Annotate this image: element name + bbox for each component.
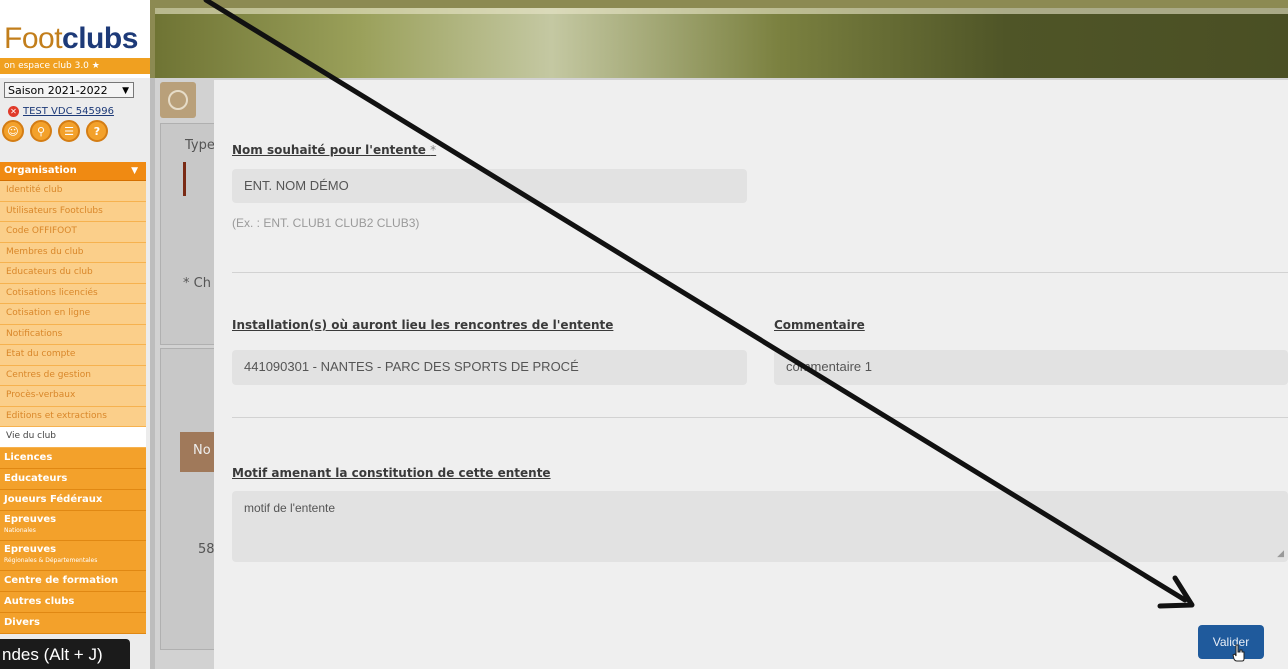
- document-icon[interactable]: ☰: [58, 120, 80, 142]
- sidebar-item-cotisation-en-ligne[interactable]: Cotisation en ligne: [0, 304, 146, 325]
- submit-button[interactable]: Valider: [1198, 625, 1264, 659]
- sidebar-item-educateurs-club[interactable]: Educateurs du club: [0, 263, 146, 284]
- sidebar-item-identite[interactable]: Identité club: [0, 181, 146, 202]
- menu-divers[interactable]: Divers: [0, 612, 146, 634]
- top-banner: Footclubs on espace club 3.0 ★: [0, 0, 1288, 78]
- sidebar-item-centres-gestion[interactable]: Centres de gestion: [0, 365, 146, 386]
- season-value: Saison 2021-2022: [8, 84, 108, 97]
- sidebar-item-code-offifoot[interactable]: Code OFFIFOOT: [0, 222, 146, 243]
- sidebar-item-etat-compte[interactable]: Etat du compte: [0, 345, 146, 366]
- menu-educateurs[interactable]: Educateurs: [0, 468, 146, 490]
- fff-logo-icon: [160, 82, 196, 118]
- chevron-down-icon: ▼: [131, 166, 138, 176]
- close-icon[interactable]: ✕: [8, 106, 19, 117]
- menu-epreuves-regionales[interactable]: Epreuves Régionales & Départementales: [0, 540, 146, 571]
- background-marker: [183, 162, 186, 196]
- season-select[interactable]: Saison 2021-2022 ▼: [4, 82, 134, 98]
- background-number: 58: [198, 542, 215, 557]
- entente-name-field[interactable]: ENT. NOM DÉMO: [232, 169, 747, 203]
- sidebar-item-utilisateurs[interactable]: Utilisateurs Footclubs: [0, 201, 146, 222]
- sidebar-item-membres[interactable]: Membres du club: [0, 242, 146, 263]
- menu-epreuves-nationales[interactable]: Epreuves Nationales: [0, 510, 146, 541]
- comment-label: Commentaire: [774, 318, 865, 332]
- sidebar-item-vie-du-club[interactable]: Vie du club: [0, 427, 146, 448]
- toolbar-icons: ☺ ⚲ ☰ ?: [2, 120, 108, 142]
- sidebar-item-cotisations[interactable]: Cotisations licenciés: [0, 283, 146, 304]
- menu-organisation[interactable]: Organisation ▼: [0, 162, 146, 181]
- search-icon[interactable]: ⚲: [30, 120, 52, 142]
- background-header-cell: No: [180, 432, 215, 472]
- logo-subtitle: on espace club 3.0 ★: [0, 58, 150, 74]
- name-label: Nom souhaité pour l'entente *: [232, 143, 437, 157]
- background-ch-label: * Ch: [183, 276, 211, 291]
- name-hint: (Ex. : ENT. CLUB1 CLUB2 CLUB3): [232, 216, 420, 230]
- motif-label: Motif amenant la constitution de cette e…: [232, 466, 551, 480]
- sidebar: Saison 2021-2022 ▼ ✕ TEST VDC 545996 ☺ ⚲ …: [0, 78, 150, 669]
- background-card: [160, 123, 222, 345]
- menu-licences[interactable]: Licences: [0, 447, 146, 469]
- resize-handle-icon[interactable]: ◢: [1277, 548, 1284, 559]
- help-icon[interactable]: ?: [86, 120, 108, 142]
- sidebar-item-notifications[interactable]: Notifications: [0, 324, 146, 345]
- footclubs-logo[interactable]: Footclubs: [4, 22, 138, 56]
- installation-select[interactable]: 441090301 - NANTES - PARC DES SPORTS DE …: [232, 350, 747, 385]
- installation-label: Installation(s) où auront lieu les renco…: [232, 318, 614, 332]
- background-card: [160, 348, 222, 650]
- comment-field[interactable]: commentaire 1: [774, 350, 1288, 385]
- motif-value: motif de l'entente: [244, 501, 336, 515]
- sidebar-item-proces-verbaux[interactable]: Procès-verbaux: [0, 386, 146, 407]
- menu-autres-clubs[interactable]: Autres clubs: [0, 591, 146, 613]
- background-type-label: Type: [185, 138, 215, 153]
- banner-photo: [155, 8, 1288, 78]
- sidebar-item-editions[interactable]: Editions et extractions: [0, 406, 146, 427]
- modal-header: [214, 80, 1288, 124]
- logo-area: Footclubs on espace club 3.0 ★: [0, 0, 150, 78]
- entente-modal: Nom souhaité pour l'entente * ENT. NOM D…: [214, 80, 1288, 669]
- hand-cursor-icon: [1232, 644, 1245, 662]
- menu-joueurs-federaux[interactable]: Joueurs Fédéraux: [0, 489, 146, 511]
- chevron-down-icon: ▼: [122, 86, 129, 96]
- menu-centre-formation[interactable]: Centre de formation: [0, 570, 146, 592]
- club-link[interactable]: ✕ TEST VDC 545996: [8, 106, 114, 117]
- motif-textarea[interactable]: motif de l'entente ◢: [232, 491, 1288, 562]
- divider: [232, 417, 1288, 418]
- sidebar-menu: Organisation ▼ Identité club Utilisateur…: [0, 162, 146, 634]
- club-name: TEST VDC 545996: [23, 106, 114, 117]
- user-icon[interactable]: ☺: [2, 120, 24, 142]
- divider: [232, 272, 1288, 273]
- shortcut-tooltip: ndes (Alt + J): [0, 639, 130, 669]
